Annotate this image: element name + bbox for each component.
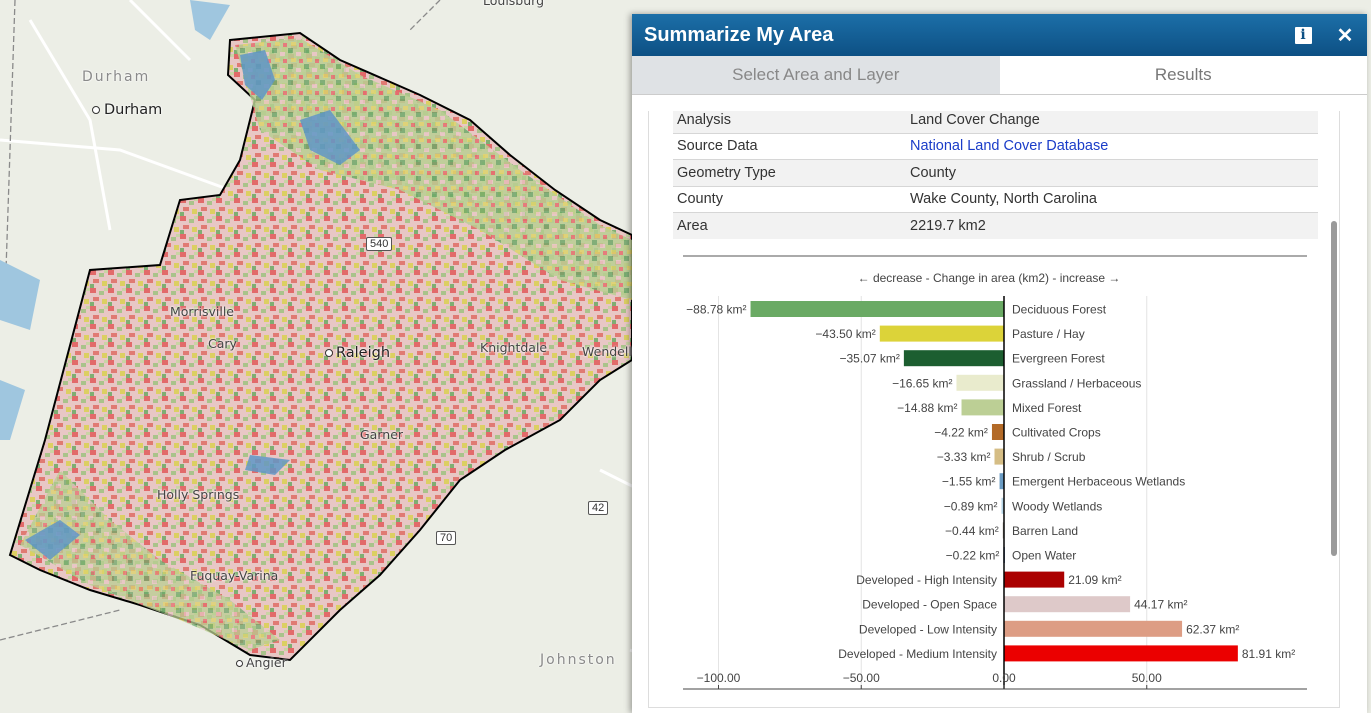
land-cover-change-chart: ← decrease - Change in area (km2) - incr… <box>683 255 1307 690</box>
chart-category-label: Cultivated Crops <box>1012 426 1101 440</box>
map-label-raleigh: Raleigh <box>325 345 390 361</box>
chart-value-label: −1.55 km² <box>942 475 996 489</box>
chart-bar <box>750 301 1004 317</box>
chart-category-label: Deciduous Forest <box>1012 303 1107 317</box>
panel-title: Summarize My Area <box>644 23 834 46</box>
chart-value-label: −0.89 km² <box>944 499 998 513</box>
map-label-durham-city: Durham <box>92 102 162 118</box>
summarize-panel: Summarize My Area i ✕ Select Area and La… <box>632 14 1367 713</box>
map-label-garner: Garner <box>360 427 404 442</box>
results-content[interactable]: Analysis Land Cover Change Source Data N… <box>648 111 1340 708</box>
chart-category-label: Developed - Low Intensity <box>859 622 997 636</box>
close-button[interactable]: ✕ <box>1335 24 1355 47</box>
chart-category-label: Pasture / Hay <box>1012 327 1085 341</box>
chart-category-label: Barren Land <box>1012 524 1078 538</box>
chart-value-label: −0.22 km² <box>946 549 1000 563</box>
chart-title: ← decrease - Change in area (km2) - incr… <box>858 271 1121 285</box>
map-label-durham-county: Durham <box>82 69 151 85</box>
panel-titlebar: Summarize My Area i ✕ <box>632 14 1367 56</box>
chart-x-tick-label: −100.00 <box>697 671 741 685</box>
map-label-knightdale: Knightdale <box>480 340 548 355</box>
map-label-holly-springs: Holly Springs <box>157 487 240 502</box>
chart-bar <box>956 374 1004 391</box>
chart-x-tick-label: 0.00 <box>992 671 1016 685</box>
state-route-shield: 42 <box>588 501 609 515</box>
chart-bar <box>1004 571 1065 588</box>
chart-bar <box>903 350 1004 367</box>
chart-value-label: −16.65 km² <box>892 376 952 390</box>
info-button[interactable]: i <box>1293 25 1313 45</box>
map-label-wendell: Wendell <box>582 344 632 359</box>
city-dot-icon <box>325 349 333 357</box>
tab-select-area-and-layer[interactable]: Select Area and Layer <box>632 56 1000 94</box>
map-label-morrisville: Morrisville <box>170 304 234 319</box>
chart-value-label: −4.22 km² <box>934 426 988 440</box>
chart-bar <box>961 399 1004 416</box>
chart-category-label: Woody Wetlands <box>1012 499 1102 513</box>
chart-value-label: −3.33 km² <box>937 450 991 464</box>
interstate-shield: 540 <box>366 237 393 251</box>
chart-category-label: Developed - High Intensity <box>856 573 997 587</box>
chart-value-label: −35.07 km² <box>840 352 900 366</box>
info-icon: i <box>1294 26 1312 44</box>
chart-value-label: 81.91 km² <box>1242 647 1295 661</box>
chart-value-label: −43.50 km² <box>815 327 875 341</box>
panel-tabs: Select Area and Layer Results <box>632 56 1367 95</box>
map-label-johnston-county: Johnston <box>540 652 617 668</box>
chart-value-label: 62.37 km² <box>1186 622 1239 636</box>
chart-category-label: Mixed Forest <box>1012 401 1082 415</box>
close-icon: ✕ <box>1336 24 1354 47</box>
chart-category-label: Developed - Medium Intensity <box>838 647 997 661</box>
chart-category-label: Open Water <box>1012 549 1076 563</box>
chart-category-label: Grassland / Herbaceous <box>1012 376 1141 390</box>
chart-bar <box>1004 620 1183 637</box>
chart-bar <box>1004 596 1131 613</box>
chart-category-label: Emergent Herbaceous Wetlands <box>1012 475 1185 489</box>
chart-value-label: 44.17 km² <box>1134 598 1187 612</box>
tab-results[interactable]: Results <box>999 56 1367 94</box>
results-scrollbar[interactable] <box>1331 221 1337 556</box>
city-dot-icon <box>92 106 100 114</box>
chart-bar <box>879 325 1004 342</box>
chart-category-label: Shrub / Scrub <box>1012 450 1086 464</box>
chart-bar <box>991 424 1004 440</box>
chart-x-tick-label: −50.00 <box>843 671 880 685</box>
map-label-angier: Angier <box>236 655 287 670</box>
chart-x-tick-label: 50.00 <box>1132 671 1162 685</box>
chart-category-label: Evergreen Forest <box>1012 352 1105 366</box>
map-label-louisburg: Louisburg <box>483 0 545 8</box>
chart-bar <box>1004 645 1238 662</box>
chart-value-label: −0.44 km² <box>945 524 999 538</box>
us-route-shield: 70 <box>436 531 457 545</box>
chart-value-label: −88.78 km² <box>686 303 746 317</box>
chart-bar <box>994 448 1004 465</box>
city-dot-icon <box>236 660 243 667</box>
chart-value-label: 21.09 km² <box>1068 573 1121 587</box>
map-label-fuquay-varina: Fuquay-Varina <box>190 568 279 583</box>
chart-category-label: Developed - Open Space <box>862 598 997 612</box>
chart-value-label: −14.88 km² <box>897 401 957 415</box>
map-label-cary: Cary <box>208 336 237 351</box>
